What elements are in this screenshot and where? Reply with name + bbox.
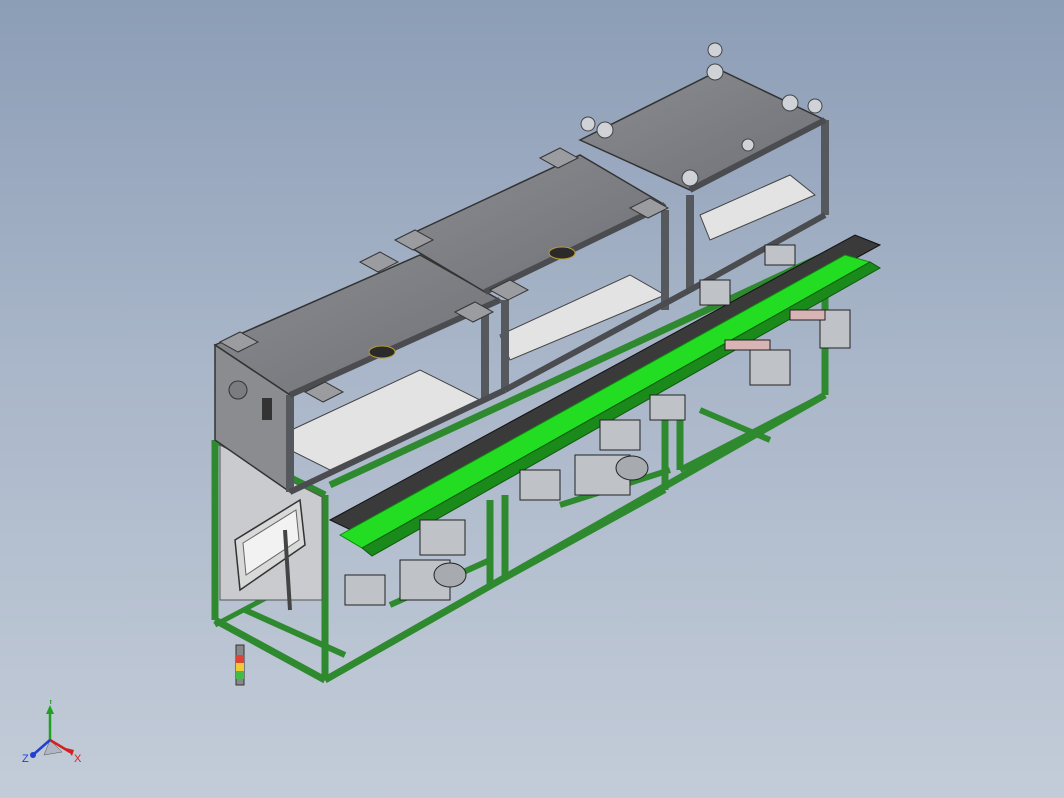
cad-viewport[interactable]: Y X Z — [0, 0, 1064, 798]
assembly-model[interactable] — [0, 0, 1064, 798]
y-axis-label: Y — [47, 700, 55, 707]
signal-tower-light — [235, 644, 245, 686]
z-axis-label: Z — [22, 753, 29, 765]
orientation-triad[interactable]: Y X Z — [14, 700, 94, 780]
x-axis-label: X — [74, 753, 82, 765]
